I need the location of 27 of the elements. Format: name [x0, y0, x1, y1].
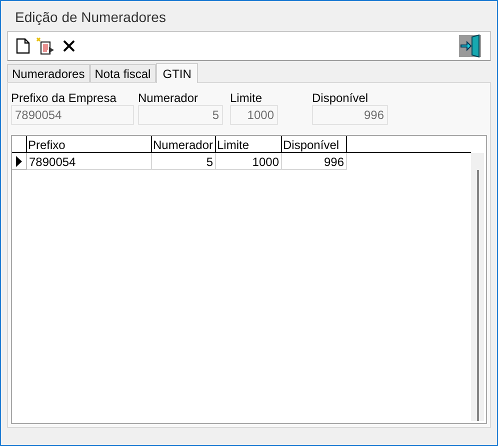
table-cell: 996	[282, 153, 347, 170]
column-header[interactable]: Limite	[216, 136, 282, 152]
tab[interactable]: GTIN	[156, 63, 198, 83]
table-cell: 5	[152, 153, 216, 170]
column-header[interactable]: Disponível	[282, 136, 347, 152]
table-cell: 7890054	[27, 153, 152, 170]
field-label: Prefixo da Empresa	[11, 90, 118, 105]
row-indicator[interactable]	[12, 153, 27, 170]
tab[interactable]: Numeradores	[7, 64, 90, 82]
field-label: Numerador	[138, 90, 200, 105]
scrollbar[interactable]	[471, 153, 484, 421]
field-label: Limite	[230, 90, 264, 105]
input-field[interactable]: 996	[312, 105, 388, 125]
edit-document-icon[interactable]	[36, 37, 56, 55]
window-title: Edição de Numeradores	[14, 8, 167, 27]
current-row-icon	[16, 156, 22, 166]
column-header[interactable]: Numerador	[152, 136, 216, 152]
input-field[interactable]: 5	[138, 105, 223, 125]
input-field[interactable]: 7890054	[11, 105, 134, 125]
input-field[interactable]: 1000	[230, 105, 278, 125]
exit-door-icon[interactable]	[458, 34, 482, 58]
field-label: Disponível	[312, 90, 370, 105]
tab[interactable]: Nota fiscal	[90, 64, 156, 82]
table-cell: 1000	[216, 153, 282, 170]
new-document-icon[interactable]	[16, 38, 30, 54]
delete-icon[interactable]	[62, 39, 76, 53]
column-header[interactable]: Prefixo	[27, 136, 152, 152]
